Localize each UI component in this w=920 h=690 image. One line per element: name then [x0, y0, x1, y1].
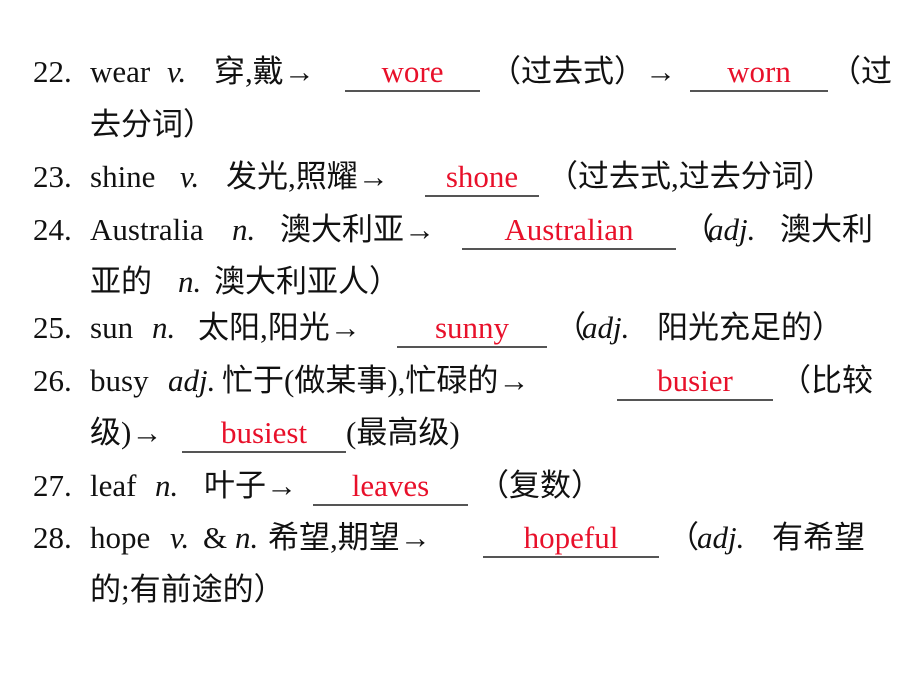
item-number: 27. [33, 468, 72, 503]
item-note: 的;有前途的） [90, 572, 285, 607]
item-number: 28. [33, 520, 72, 555]
item-word: busy [90, 363, 149, 398]
item-note: 澳大利亚人） [214, 264, 400, 299]
item-note-open: （ [668, 520, 699, 555]
item-meaning: 太阳,阳光→ [198, 310, 361, 345]
answer-text: worn [727, 54, 791, 89]
item-note: 亚的 [90, 264, 152, 299]
item-meaning: 澳大利亚→ [280, 212, 435, 247]
part-of-speech: n. [155, 468, 179, 503]
ampersand: & [203, 520, 228, 555]
answer-text: busier [657, 363, 733, 398]
item-note: （过去式）→ [490, 54, 676, 89]
item-word: Australia [90, 212, 204, 247]
part-of-speech: adj. [582, 310, 630, 345]
part-of-speech: adj. [708, 212, 756, 247]
item-meaning: 希望,期望→ [268, 520, 431, 555]
part-of-speech: adj. [697, 520, 745, 555]
part-of-speech: n. [232, 212, 256, 247]
answer-blank: hopeful [483, 518, 659, 558]
item-word: hope [90, 520, 151, 555]
part-of-speech: n. [152, 310, 176, 345]
item-note: （过去式,过去分词） [547, 159, 834, 194]
item-note: （比较 [780, 363, 873, 398]
answer-blank: leaves [313, 466, 468, 506]
item-number: 26. [33, 363, 72, 398]
answer-text: wore [381, 54, 444, 89]
item-note: （复数） [478, 468, 602, 503]
answer-text: leaves [351, 468, 430, 503]
item-word: shine [90, 159, 156, 194]
item-note: 澳大利 [780, 212, 873, 247]
item-note: 级)→ [90, 415, 163, 450]
item-word: sun [90, 310, 134, 345]
answer-text: busiest [220, 415, 308, 450]
item-number: 25. [33, 310, 72, 345]
answer-blank: worn [690, 52, 828, 92]
part-of-speech: v. [167, 54, 187, 89]
item-number: 24. [33, 212, 72, 247]
part-of-speech: n. [178, 264, 202, 299]
part-of-speech: n. [235, 520, 259, 555]
item-note: （过 [830, 54, 892, 89]
part-of-speech: v. [170, 520, 190, 555]
answer-blank: wore [345, 52, 480, 92]
item-number: 23. [33, 159, 72, 194]
item-meaning: 忙于(做某事),忙碌的→ [222, 363, 530, 398]
answer-text: Australian [504, 212, 634, 247]
part-of-speech: v. [180, 159, 200, 194]
answer-blank: busier [617, 361, 773, 401]
answer-blank: shone [425, 157, 539, 197]
answer-text: sunny [434, 310, 510, 345]
item-number: 22. [33, 54, 72, 89]
answer-blank: sunny [397, 308, 547, 348]
answer-text: hopeful [523, 520, 619, 555]
item-meaning: 叶子→ [204, 468, 297, 503]
item-meaning: 发光,照耀→ [226, 159, 389, 194]
answer-blank: Australian [462, 210, 676, 250]
answer-blank: busiest [182, 413, 346, 453]
answer-text: shone [445, 159, 519, 194]
item-note: 有希望 [772, 520, 865, 555]
item-note: 阳光充足的） [657, 310, 843, 345]
item-word: wear [90, 54, 151, 89]
item-meaning: 穿,戴→ [214, 54, 315, 89]
item-note: 去分词） [90, 107, 214, 142]
item-word: leaf [90, 468, 137, 503]
item-note: (最高级) [346, 415, 460, 450]
part-of-speech: adj. [168, 363, 216, 398]
